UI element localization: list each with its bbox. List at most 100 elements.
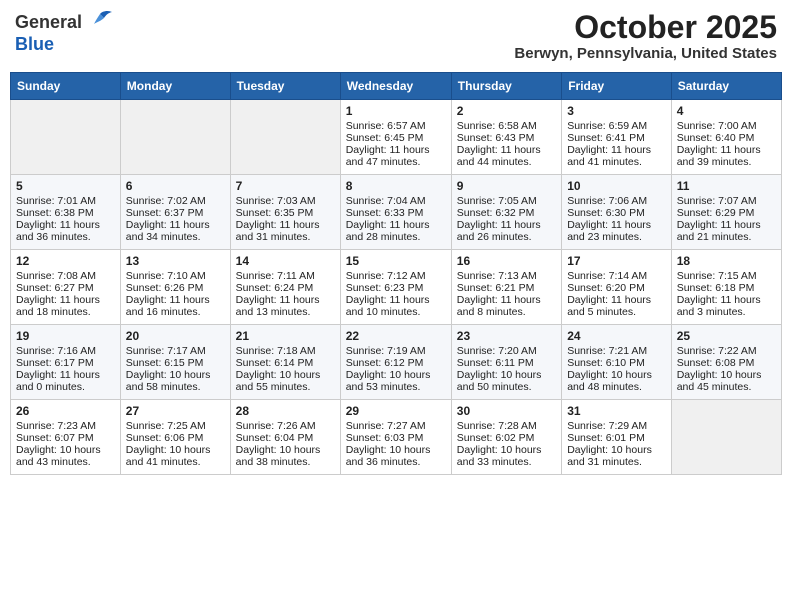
day-info: Sunset: 6:26 PM bbox=[126, 282, 225, 294]
calendar-cell: 5Sunrise: 7:01 AMSunset: 6:38 PMDaylight… bbox=[11, 175, 121, 250]
day-number: 27 bbox=[126, 404, 225, 418]
calendar-cell: 22Sunrise: 7:19 AMSunset: 6:12 PMDayligh… bbox=[340, 325, 451, 400]
day-info: Sunrise: 7:05 AM bbox=[457, 195, 556, 207]
calendar-cell: 11Sunrise: 7:07 AMSunset: 6:29 PMDayligh… bbox=[671, 175, 781, 250]
calendar-cell: 1Sunrise: 6:57 AMSunset: 6:45 PMDaylight… bbox=[340, 100, 451, 175]
day-info: Sunrise: 7:13 AM bbox=[457, 270, 556, 282]
calendar-cell: 9Sunrise: 7:05 AMSunset: 6:32 PMDaylight… bbox=[451, 175, 561, 250]
day-info: Daylight: 11 hours and 21 minutes. bbox=[677, 219, 776, 243]
calendar-cell: 19Sunrise: 7:16 AMSunset: 6:17 PMDayligh… bbox=[11, 325, 121, 400]
day-info: Daylight: 11 hours and 44 minutes. bbox=[457, 144, 556, 168]
calendar-week-row: 12Sunrise: 7:08 AMSunset: 6:27 PMDayligh… bbox=[11, 250, 782, 325]
day-info: Sunrise: 7:08 AM bbox=[16, 270, 115, 282]
title-block: October 2025 Berwyn, Pennsylvania, Unite… bbox=[514, 10, 777, 62]
day-info: Sunset: 6:37 PM bbox=[126, 207, 225, 219]
day-info: Daylight: 11 hours and 3 minutes. bbox=[677, 294, 776, 318]
day-info: Sunset: 6:01 PM bbox=[567, 432, 666, 444]
day-info: Daylight: 11 hours and 28 minutes. bbox=[346, 219, 446, 243]
day-number: 8 bbox=[346, 179, 446, 193]
day-info: Daylight: 10 hours and 43 minutes. bbox=[16, 444, 115, 468]
day-number: 15 bbox=[346, 254, 446, 268]
day-info: Sunrise: 7:14 AM bbox=[567, 270, 666, 282]
day-info: Sunset: 6:04 PM bbox=[236, 432, 335, 444]
day-info: Daylight: 10 hours and 31 minutes. bbox=[567, 444, 666, 468]
day-number: 24 bbox=[567, 329, 666, 343]
day-info: Daylight: 11 hours and 23 minutes. bbox=[567, 219, 666, 243]
day-info: Daylight: 11 hours and 5 minutes. bbox=[567, 294, 666, 318]
day-info: Daylight: 10 hours and 45 minutes. bbox=[677, 369, 776, 393]
day-info: Sunrise: 7:27 AM bbox=[346, 420, 446, 432]
day-info: Sunrise: 7:20 AM bbox=[457, 345, 556, 357]
calendar-cell: 26Sunrise: 7:23 AMSunset: 6:07 PMDayligh… bbox=[11, 400, 121, 475]
day-number: 4 bbox=[677, 104, 776, 118]
calendar-week-row: 1Sunrise: 6:57 AMSunset: 6:45 PMDaylight… bbox=[11, 100, 782, 175]
day-number: 5 bbox=[16, 179, 115, 193]
calendar-body: 1Sunrise: 6:57 AMSunset: 6:45 PMDaylight… bbox=[11, 100, 782, 475]
day-info: Sunrise: 7:06 AM bbox=[567, 195, 666, 207]
day-info: Sunrise: 7:10 AM bbox=[126, 270, 225, 282]
day-number: 26 bbox=[16, 404, 115, 418]
day-number: 22 bbox=[346, 329, 446, 343]
day-info: Sunset: 6:30 PM bbox=[567, 207, 666, 219]
calendar-cell: 20Sunrise: 7:17 AMSunset: 6:15 PMDayligh… bbox=[120, 325, 230, 400]
day-info: Sunrise: 7:16 AM bbox=[16, 345, 115, 357]
day-info: Daylight: 10 hours and 50 minutes. bbox=[457, 369, 556, 393]
day-info: Daylight: 10 hours and 55 minutes. bbox=[236, 369, 335, 393]
calendar-cell: 24Sunrise: 7:21 AMSunset: 6:10 PMDayligh… bbox=[562, 325, 672, 400]
day-info: Daylight: 11 hours and 18 minutes. bbox=[16, 294, 115, 318]
day-number: 23 bbox=[457, 329, 556, 343]
day-info: Sunrise: 7:25 AM bbox=[126, 420, 225, 432]
logo: General Blue bbox=[15, 10, 114, 54]
day-number: 30 bbox=[457, 404, 556, 418]
calendar-cell bbox=[230, 100, 340, 175]
logo-text-blue: Blue bbox=[15, 35, 54, 55]
day-info: Sunrise: 7:26 AM bbox=[236, 420, 335, 432]
day-info: Sunset: 6:35 PM bbox=[236, 207, 335, 219]
calendar-cell: 29Sunrise: 7:27 AMSunset: 6:03 PMDayligh… bbox=[340, 400, 451, 475]
day-info: Sunrise: 7:11 AM bbox=[236, 270, 335, 282]
day-info: Daylight: 10 hours and 38 minutes. bbox=[236, 444, 335, 468]
day-info: Sunrise: 7:02 AM bbox=[126, 195, 225, 207]
day-info: Sunrise: 7:03 AM bbox=[236, 195, 335, 207]
calendar-week-row: 26Sunrise: 7:23 AMSunset: 6:07 PMDayligh… bbox=[11, 400, 782, 475]
day-info: Sunrise: 7:12 AM bbox=[346, 270, 446, 282]
day-info: Daylight: 11 hours and 10 minutes. bbox=[346, 294, 446, 318]
day-info: Sunrise: 6:59 AM bbox=[567, 120, 666, 132]
calendar-cell: 7Sunrise: 7:03 AMSunset: 6:35 PMDaylight… bbox=[230, 175, 340, 250]
calendar-cell bbox=[120, 100, 230, 175]
day-info: Sunrise: 7:18 AM bbox=[236, 345, 335, 357]
calendar-cell: 21Sunrise: 7:18 AMSunset: 6:14 PMDayligh… bbox=[230, 325, 340, 400]
day-info: Sunset: 6:06 PM bbox=[126, 432, 225, 444]
day-info: Daylight: 11 hours and 8 minutes. bbox=[457, 294, 556, 318]
day-info: Sunset: 6:10 PM bbox=[567, 357, 666, 369]
day-info: Daylight: 10 hours and 41 minutes. bbox=[126, 444, 225, 468]
calendar-header-row: SundayMondayTuesdayWednesdayThursdayFrid… bbox=[11, 73, 782, 100]
day-number: 17 bbox=[567, 254, 666, 268]
calendar-cell: 6Sunrise: 7:02 AMSunset: 6:37 PMDaylight… bbox=[120, 175, 230, 250]
day-info: Sunrise: 7:23 AM bbox=[16, 420, 115, 432]
calendar-cell: 4Sunrise: 7:00 AMSunset: 6:40 PMDaylight… bbox=[671, 100, 781, 175]
day-info: Sunrise: 7:17 AM bbox=[126, 345, 225, 357]
day-info: Sunset: 6:24 PM bbox=[236, 282, 335, 294]
day-info: Daylight: 10 hours and 53 minutes. bbox=[346, 369, 446, 393]
day-number: 1 bbox=[346, 104, 446, 118]
calendar-cell: 27 Sunrise: 7:25 AMSunset: 6:06 PMDayligh… bbox=[120, 400, 230, 475]
day-info: Sunset: 6:20 PM bbox=[567, 282, 666, 294]
day-info: Daylight: 10 hours and 58 minutes. bbox=[126, 369, 225, 393]
day-number: 12 bbox=[16, 254, 115, 268]
calendar-day-header: Monday bbox=[120, 73, 230, 100]
day-number: 9 bbox=[457, 179, 556, 193]
day-number: 6 bbox=[126, 179, 225, 193]
day-info: Daylight: 11 hours and 41 minutes. bbox=[567, 144, 666, 168]
calendar-cell: 23Sunrise: 7:20 AMSunset: 6:11 PMDayligh… bbox=[451, 325, 561, 400]
day-info: Daylight: 11 hours and 0 minutes. bbox=[16, 369, 115, 393]
day-number: 21 bbox=[236, 329, 335, 343]
day-info: Sunset: 6:23 PM bbox=[346, 282, 446, 294]
day-info: Daylight: 11 hours and 31 minutes. bbox=[236, 219, 335, 243]
day-number: 19 bbox=[16, 329, 115, 343]
day-info: Sunrise: 7:15 AM bbox=[677, 270, 776, 282]
day-info: Sunrise: 7:00 AM bbox=[677, 120, 776, 132]
day-info: Sunset: 6:43 PM bbox=[457, 132, 556, 144]
calendar-cell: 17 Sunrise: 7:14 AMSunset: 6:20 PMDayligh… bbox=[562, 250, 672, 325]
calendar-cell: 31Sunrise: 7:29 AMSunset: 6:01 PMDayligh… bbox=[562, 400, 672, 475]
